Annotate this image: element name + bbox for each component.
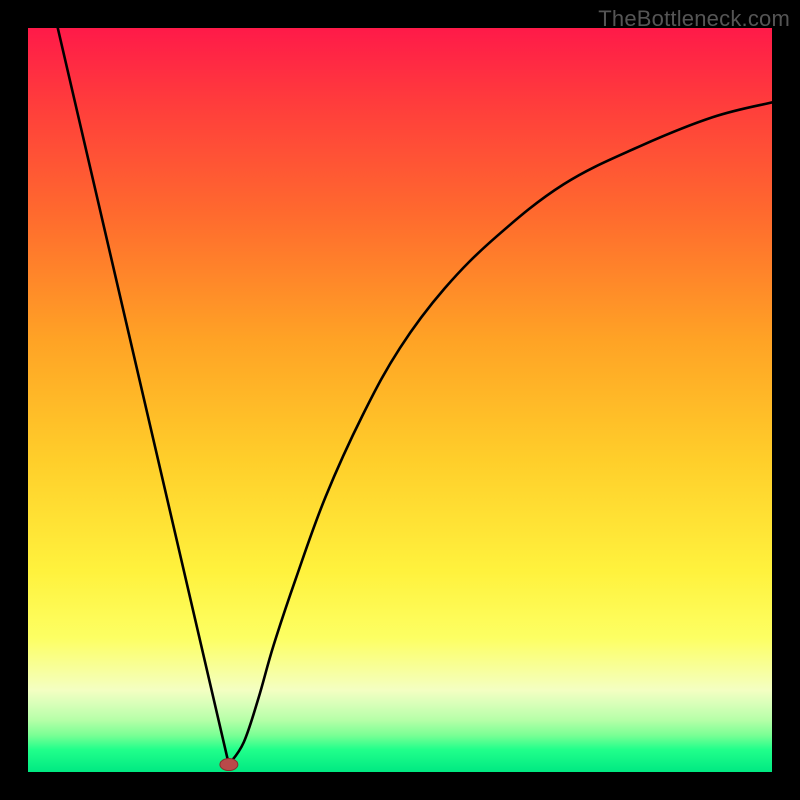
- plot-area: [28, 28, 772, 772]
- chart-frame: TheBottleneck.com: [0, 0, 800, 800]
- curve-group: [58, 28, 772, 765]
- watermark-text: TheBottleneck.com: [598, 6, 790, 32]
- curve-right-branch: [229, 102, 772, 764]
- curve-left-branch: [58, 28, 229, 765]
- chart-svg: [28, 28, 772, 772]
- min-marker: [220, 759, 238, 771]
